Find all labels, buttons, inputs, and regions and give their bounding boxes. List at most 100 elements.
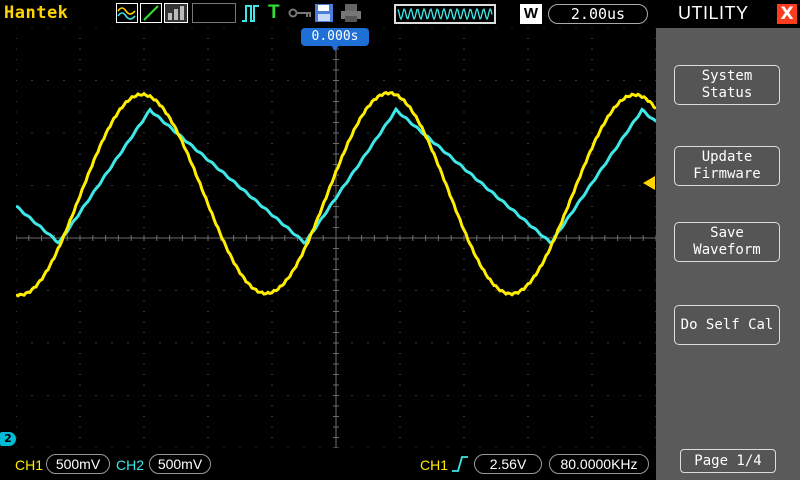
ch2-level-marker[interactable]: 2	[0, 432, 16, 446]
grid-dot	[16, 395, 17, 396]
grid-dot	[16, 195, 17, 197]
grid-dot	[79, 164, 81, 165]
save-disk-icon[interactable]	[314, 3, 336, 23]
grid-dot	[575, 290, 577, 291]
math-wave-icon[interactable]	[116, 3, 138, 23]
grid-dot	[495, 132, 497, 134]
grid-dot	[63, 395, 65, 396]
grid-dot	[527, 227, 529, 228]
grid-dot	[271, 132, 273, 134]
grid-dot	[479, 80, 481, 81]
grid-dot	[527, 248, 529, 249]
grid-dot	[463, 80, 465, 81]
grid-dot	[383, 132, 385, 134]
grid-dot	[79, 48, 81, 50]
dots-icon[interactable]	[164, 3, 188, 23]
grid-dot	[463, 206, 465, 207]
save-waveform-button[interactable]: Save Waveform	[674, 222, 780, 262]
grid-dot	[79, 80, 81, 81]
grid-dot	[591, 174, 593, 176]
bottom-status-bar: CH1 500mV CH2 500mV CH1 2.56V 80.0000KHz	[0, 448, 656, 480]
ch1-scale[interactable]: 500mV	[46, 454, 110, 474]
printer-icon[interactable]	[340, 3, 362, 23]
grid-dot	[319, 80, 321, 81]
update-firmware-button[interactable]: Update Firmware	[674, 146, 780, 186]
grid-dot	[207, 384, 209, 386]
grid-dot	[143, 269, 145, 270]
grid-dot	[431, 185, 433, 186]
grid-dot	[527, 153, 529, 155]
grid-dot	[271, 80, 273, 81]
grid-dot	[399, 374, 401, 375]
self-cal-button[interactable]: Do Self Cal	[674, 305, 780, 345]
grid-dot	[527, 416, 529, 417]
grid-dot	[207, 90, 209, 92]
grid-dot	[143, 342, 145, 344]
key-icon[interactable]	[288, 3, 314, 23]
timebase-readout[interactable]: 2.00us	[548, 4, 648, 24]
waveform-display[interactable]	[16, 28, 656, 448]
system-status-button[interactable]: System Status	[674, 65, 780, 105]
grid-dot	[16, 290, 17, 291]
grid-dot	[191, 290, 193, 291]
grid-dot	[399, 80, 401, 81]
window-mode-badge[interactable]: W	[520, 4, 542, 24]
grid-dot	[79, 174, 81, 176]
grid-dot	[607, 80, 609, 81]
grid-dot	[463, 111, 465, 113]
grid-dot	[16, 164, 17, 165]
grid-dot	[575, 395, 577, 396]
grid-dot	[399, 59, 401, 60]
grid-dot	[527, 426, 529, 428]
grid-dot	[591, 164, 593, 165]
trigger-level-arrow-icon[interactable]	[643, 176, 655, 190]
panel-title: UTILITY	[678, 3, 749, 23]
grid-dot	[463, 59, 465, 60]
grid-dot	[79, 311, 81, 312]
t-icon[interactable]: T	[264, 3, 286, 23]
grid-dot	[367, 395, 369, 396]
grid-dot	[79, 321, 81, 323]
grid-dot	[111, 395, 113, 396]
grid-dot	[143, 38, 145, 39]
grid-dot	[207, 216, 209, 218]
grid-dot	[127, 395, 129, 396]
grid-dot	[16, 437, 17, 438]
grid-dot	[399, 321, 401, 323]
grid-dot	[191, 342, 193, 344]
grid-dot	[399, 28, 401, 29]
grid-dot	[47, 28, 49, 29]
grid-dot	[79, 363, 81, 365]
grid-dot	[495, 185, 497, 186]
grid-dot	[559, 395, 561, 396]
trigger-edge-icon[interactable]	[240, 3, 262, 23]
ch1-label: CH1	[15, 457, 44, 473]
grid-dot	[16, 216, 17, 218]
grid-dot	[191, 28, 193, 29]
grid-dot	[255, 80, 257, 81]
grid-dot	[207, 258, 209, 260]
horizontal-position-pointer	[330, 44, 340, 51]
grid-dot	[511, 342, 513, 344]
grid-dot	[591, 90, 593, 92]
grid-dot	[271, 248, 273, 249]
grid-dot	[207, 405, 209, 407]
ch2-scale[interactable]: 500mV	[149, 454, 211, 474]
grid-dot	[143, 321, 145, 323]
grid-dot	[399, 384, 401, 386]
page-button[interactable]: Page 1/4	[680, 449, 776, 473]
grid-dot	[271, 269, 273, 270]
grid-dot	[207, 342, 209, 344]
grid-dot	[79, 38, 81, 39]
grid-dot	[95, 342, 97, 344]
grid-dot	[239, 395, 241, 396]
grid-dot	[527, 332, 529, 333]
trigger-level[interactable]: 2.56V	[474, 454, 542, 474]
grid-dot	[207, 38, 209, 39]
line-icon[interactable]	[140, 3, 162, 23]
close-button[interactable]: X	[777, 4, 797, 24]
panel-title-bar: UTILITY X	[656, 0, 800, 28]
grid-dot	[16, 279, 17, 281]
grid-dot	[527, 279, 529, 281]
grid-dot	[463, 216, 465, 218]
